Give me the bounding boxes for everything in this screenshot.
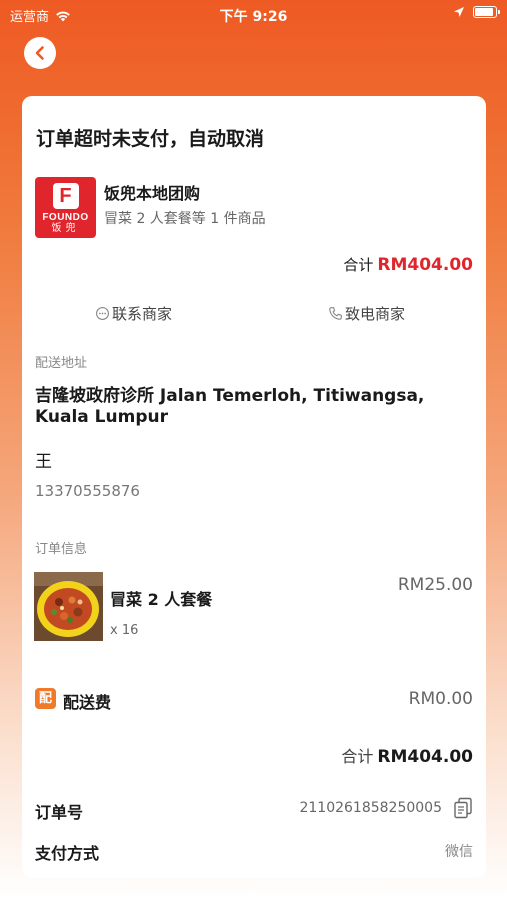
battery-level [475, 8, 494, 16]
merchant-actions: 联系商家 致电商家 [22, 303, 486, 327]
copy-icon[interactable] [453, 797, 473, 819]
order-status-title: 订单超时未支付，自动取消 [36, 128, 265, 150]
contact-merchant-label: 联系商家 [112, 305, 173, 323]
order-card: 订单超时未支付，自动取消 F FOUNDO 饭兜 饭兜本地团购 冒菜 2 人套餐… [22, 96, 486, 878]
battery-icon [473, 6, 500, 18]
delivery-fee-label: 配送费 [63, 693, 112, 712]
contact-merchant-button[interactable]: 联系商家 [95, 303, 172, 324]
total-label: 合计 [341, 747, 374, 766]
shop-name[interactable]: 饭兜本地团购 [104, 180, 200, 204]
delivery-section-label: 配送地址 [35, 356, 88, 371]
shop-logo: F FOUNDO 饭兜 [35, 177, 96, 238]
recipient-name: 王 [35, 452, 52, 472]
total-amount: RM404.00 [377, 747, 473, 767]
product-price: RM25.00 [397, 575, 473, 595]
delivery-address: 吉隆坡政府诊所 Jalan Temerloh, Titiwangsa, Kual… [35, 386, 425, 427]
order-number-label: 订单号 [35, 803, 84, 822]
phone-icon [329, 307, 342, 320]
order-info-section-label: 订单信息 [35, 542, 88, 557]
recipient-phone: 13370555876 [35, 482, 140, 500]
chevron-left-icon [35, 46, 44, 60]
back-button[interactable] [24, 37, 56, 69]
order-total: 合计 RM404.00 [343, 254, 473, 275]
status-time: 下午 9:26 [219, 9, 288, 25]
call-merchant-label: 致电商家 [345, 305, 406, 323]
location-arrow-icon [454, 7, 464, 17]
call-merchant-button[interactable]: 致电商家 [328, 303, 405, 324]
order-info-total: 合计 RM404.00 [341, 743, 473, 767]
product-quantity: x 16 [110, 623, 139, 638]
payment-method-label: 支付方式 [35, 844, 100, 863]
product-name[interactable]: 冒菜 2 人套餐 [110, 586, 212, 610]
product-image [34, 572, 103, 641]
delivery-fee-icon: 配 [35, 688, 56, 709]
shop-items-summary: 冒菜 2 人套餐等 1 件商品 [104, 211, 266, 227]
payment-method-value: 微信 [445, 844, 473, 860]
order-number-value: 2110261858250005 [299, 800, 442, 816]
status-bar: 运营商 下午 9:26 [0, 0, 507, 28]
total-label: 合计 [343, 256, 374, 274]
chat-bubble-icon [96, 307, 109, 320]
total-amount: RM404.00 [377, 255, 473, 275]
delivery-fee-value: RM0.00 [408, 689, 473, 709]
